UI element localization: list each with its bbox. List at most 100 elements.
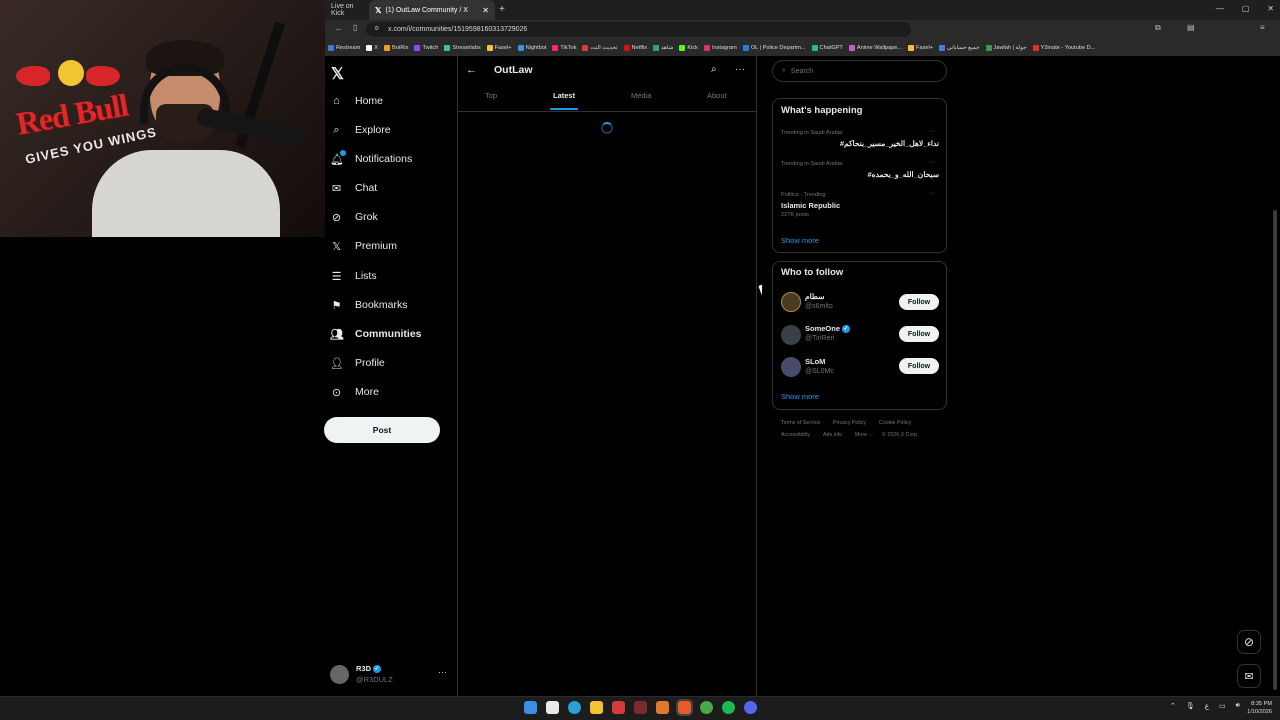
- nav-bookmarks[interactable]: ⚑ Bookmarks: [330, 293, 408, 317]
- chrome-app-icon[interactable]: [700, 701, 713, 714]
- scrollbar-thumb[interactable]: [1273, 210, 1277, 690]
- tab-kick[interactable]: Live on Kick: [325, 0, 369, 20]
- show-more-trends-link[interactable]: Show more: [781, 236, 819, 245]
- app-orange-icon[interactable]: [656, 701, 669, 714]
- nav-explore[interactable]: ⌕ Explore: [330, 118, 390, 142]
- minimize-button[interactable]: —: [1216, 4, 1224, 13]
- suggestion-name[interactable]: SLoM: [805, 357, 825, 366]
- bookmark-page-icon[interactable]: ▯: [353, 23, 357, 32]
- trend-more-icon[interactable]: ···: [929, 159, 936, 166]
- calendar-app-icon[interactable]: [546, 701, 559, 714]
- footer-accessibility-link[interactable]: Accessibility: [781, 432, 810, 438]
- avatar[interactable]: [781, 325, 801, 345]
- app-red-icon[interactable]: [612, 701, 625, 714]
- telegram-app-icon[interactable]: [568, 701, 581, 714]
- suggestion-name[interactable]: سطام: [805, 292, 824, 301]
- microphone-icon[interactable]: 🎙︎: [1186, 702, 1195, 710]
- bookmark-item[interactable]: Jawlah | جولة: [985, 44, 1027, 51]
- messages-fab-icon[interactable]: ✉: [1237, 664, 1261, 688]
- clock[interactable]: 8:35 PM 1/10/2026: [1247, 700, 1272, 716]
- nav-chat[interactable]: ✉ Chat: [330, 176, 377, 200]
- bookmark-item[interactable]: Restream: [328, 44, 360, 51]
- bookmark-favicon-icon: [939, 44, 945, 51]
- trend-name[interactable]: Islamic Republic: [781, 201, 840, 210]
- bookmark-item[interactable]: Fasel+: [908, 44, 933, 51]
- bookmark-item[interactable]: X: [366, 44, 378, 51]
- bookmark-item[interactable]: BotRix: [383, 44, 408, 51]
- bookmark-item[interactable]: تحديث النت: [582, 44, 618, 51]
- new-tab-button[interactable]: +: [499, 4, 505, 15]
- back-nav-icon[interactable]: ←: [335, 24, 343, 33]
- nav-communities[interactable]: 👥︎ Communities: [330, 322, 422, 346]
- suggestion-name[interactable]: SomeOne ✓: [805, 324, 851, 333]
- post-button[interactable]: Post: [324, 417, 440, 443]
- tab-latest[interactable]: Latest: [553, 91, 575, 100]
- extensions-icon[interactable]: ⧉: [1155, 23, 1161, 33]
- footer-terms-link[interactable]: Terms of Service: [781, 420, 820, 426]
- file-explorer-icon[interactable]: [590, 701, 603, 714]
- close-window-button[interactable]: ✕: [1267, 4, 1274, 13]
- chevron-up-icon[interactable]: ⌃: [1170, 702, 1176, 710]
- bookmark-item[interactable]: TikTok: [552, 44, 576, 51]
- bookmark-item[interactable]: Fasel+: [486, 44, 512, 51]
- search-input[interactable]: ⌕ Search: [772, 60, 947, 82]
- avatar[interactable]: [781, 357, 801, 377]
- nav-more[interactable]: ⊙ More: [330, 380, 379, 404]
- nav-premium[interactable]: 𝕏 Premium: [330, 234, 397, 258]
- follow-button[interactable]: Follow: [899, 358, 939, 374]
- app-dark-red-icon[interactable]: [634, 701, 647, 714]
- language-indicator[interactable]: ع: [1205, 702, 1209, 710]
- network-icon[interactable]: ▭: [1219, 702, 1226, 710]
- discord-app-icon[interactable]: [744, 701, 757, 714]
- trend-name[interactable]: #نداء_لاهل_الخير_مسير_بنحاكم: [781, 139, 939, 148]
- bookmark-item[interactable]: ChatGPT: [811, 44, 843, 51]
- bookmark-item[interactable]: Y2mate - Youtube D...: [1032, 44, 1095, 51]
- footer-ads-link[interactable]: Ads info: [823, 432, 842, 438]
- bookmark-item[interactable]: جميع حساباتي: [939, 44, 980, 51]
- tab-media[interactable]: Media: [631, 91, 651, 100]
- grok-fab-icon[interactable]: ⊘: [1237, 630, 1261, 654]
- follow-button[interactable]: Follow: [899, 294, 939, 310]
- footer-privacy-link[interactable]: Privacy Policy: [833, 420, 866, 426]
- nav-profile[interactable]: 👤︎ Profile: [330, 351, 385, 375]
- footer-more-link[interactable]: More ···: [855, 432, 874, 438]
- follow-button[interactable]: Follow: [899, 326, 939, 342]
- trend-name[interactable]: #سبحان_الله_و_بحمده: [781, 170, 940, 179]
- community-search-icon[interactable]: ⌕: [711, 64, 717, 75]
- bookmark-item[interactable]: Anime Wallpape...: [848, 44, 902, 51]
- windows-start-icon[interactable]: [524, 701, 537, 714]
- bookmark-item[interactable]: Twitch: [414, 44, 438, 51]
- nav-home[interactable]: ⌂ Home: [330, 89, 383, 113]
- show-more-follow-link[interactable]: Show more: [781, 392, 819, 401]
- bookmark-item[interactable]: Netflix: [623, 44, 647, 51]
- footer-cookie-link[interactable]: Cookie Policy: [879, 420, 911, 426]
- nav-lists[interactable]: ☰ Lists: [330, 264, 377, 288]
- tab-top[interactable]: Top: [485, 91, 497, 100]
- bookmark-item[interactable]: Instagram: [703, 44, 737, 51]
- back-arrow-icon[interactable]: ←: [466, 64, 477, 76]
- bookmark-item[interactable]: Kick: [679, 44, 698, 51]
- bookmark-item[interactable]: OL | Police Departm...: [742, 44, 806, 51]
- trend-more-icon[interactable]: ···: [929, 190, 936, 197]
- menu-icon[interactable]: ≡: [1260, 23, 1265, 32]
- maximize-button[interactable]: ▢: [1242, 4, 1250, 13]
- close-tab-icon[interactable]: ✕: [482, 6, 489, 15]
- spotify-app-icon[interactable]: [722, 701, 735, 714]
- sidebar-icon[interactable]: ▤: [1187, 23, 1195, 32]
- volume-icon[interactable]: 🔊︎: [1236, 702, 1240, 710]
- brave-browser-icon[interactable]: [676, 699, 693, 716]
- tab-x-community[interactable]: 𝕏 (1) OutLaw Community / X ✕: [369, 0, 495, 20]
- avatar[interactable]: [781, 292, 801, 312]
- community-more-icon[interactable]: ···: [735, 64, 745, 75]
- more-options-icon[interactable]: ···: [438, 667, 447, 677]
- url-input[interactable]: ⚙ x.com/i/communities/151959816031372902…: [366, 22, 911, 37]
- account-switcher[interactable]: R3D ✓ @R3DULZ ···: [330, 662, 450, 688]
- site-info-icon[interactable]: ⚙: [374, 25, 379, 32]
- bookmark-item[interactable]: Nightbot: [517, 44, 546, 51]
- nav-grok[interactable]: ⊘ Grok: [330, 205, 378, 229]
- tab-about[interactable]: About: [707, 91, 727, 100]
- bookmark-item[interactable]: شاهد: [653, 44, 673, 51]
- trend-more-icon[interactable]: ···: [929, 128, 936, 135]
- bookmark-item[interactable]: Streamlabs: [444, 44, 481, 51]
- x-logo-icon[interactable]: 𝕏: [331, 64, 344, 84]
